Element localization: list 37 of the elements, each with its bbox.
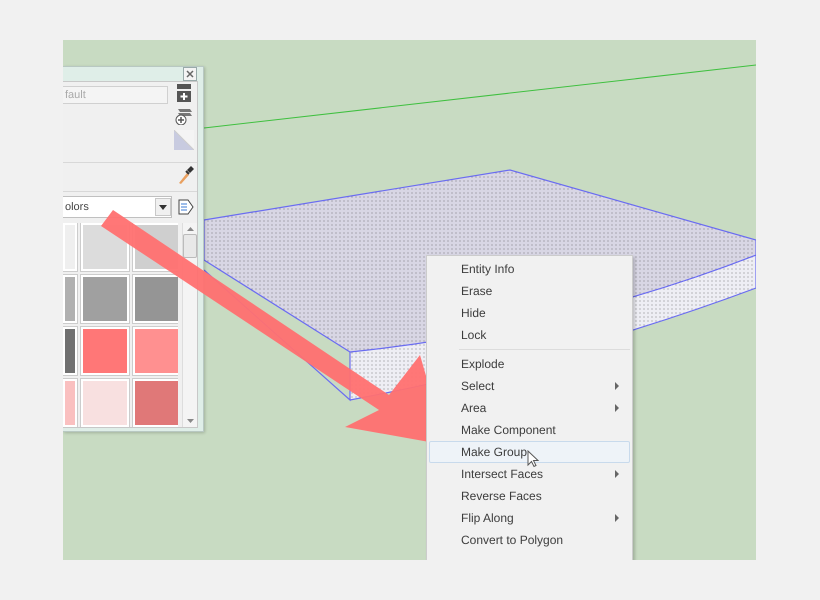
menu-item[interactable]: Entity Info <box>429 258 630 280</box>
material-preview-icon <box>174 130 194 150</box>
close-button[interactable] <box>183 67 197 81</box>
material-swatch[interactable] <box>133 379 178 427</box>
scroll-up-icon[interactable] <box>186 227 194 231</box>
menu-item[interactable]: Explode <box>429 353 630 375</box>
mouse-pointer-icon <box>527 450 539 468</box>
add-to-model-icon[interactable] <box>175 107 193 125</box>
scroll-down-icon[interactable] <box>186 419 194 423</box>
menu-item[interactable]: Erase <box>429 280 630 302</box>
material-swatch[interactable] <box>81 275 129 323</box>
library-dropdown[interactable]: olors <box>63 196 172 218</box>
modeling-viewport[interactable]: fault olors Entity Info Erase Hide Lock Explode Select Area Make Component Make Group Intersect Faces Reverse Faces Flip Along Convert to Polygon <box>63 40 756 560</box>
menu-item[interactable]: Convert to Polygon <box>429 529 630 551</box>
details-arrow-icon[interactable] <box>178 198 194 216</box>
material-swatch[interactable] <box>63 275 77 323</box>
menu-item[interactable]: Intersect Faces <box>429 463 630 485</box>
menu-item[interactable]: Select <box>429 375 630 397</box>
menu-item[interactable]: Reverse Faces <box>429 485 630 507</box>
menu-item[interactable]: Lock <box>429 324 630 346</box>
material-swatch[interactable] <box>81 379 129 427</box>
material-swatch[interactable] <box>63 379 77 427</box>
create-material-icon[interactable] <box>177 84 191 102</box>
material-swatch[interactable] <box>81 327 129 375</box>
close-icon <box>186 70 194 78</box>
menu-item[interactable]: Area <box>429 397 630 419</box>
material-swatch[interactable] <box>63 327 77 375</box>
scroll-thumb[interactable] <box>183 234 197 258</box>
eyedropper-icon[interactable] <box>176 165 194 185</box>
menu-item[interactable]: Hide <box>429 302 630 324</box>
menu-item[interactable]: Make Component <box>429 419 630 441</box>
material-swatch[interactable] <box>133 275 178 323</box>
material-swatch[interactable] <box>133 327 178 375</box>
material-swatch[interactable] <box>63 223 77 271</box>
library-name: olors <box>64 201 89 213</box>
dropdown-button[interactable] <box>155 198 171 216</box>
menu-item[interactable]: Flip Along <box>429 507 630 529</box>
